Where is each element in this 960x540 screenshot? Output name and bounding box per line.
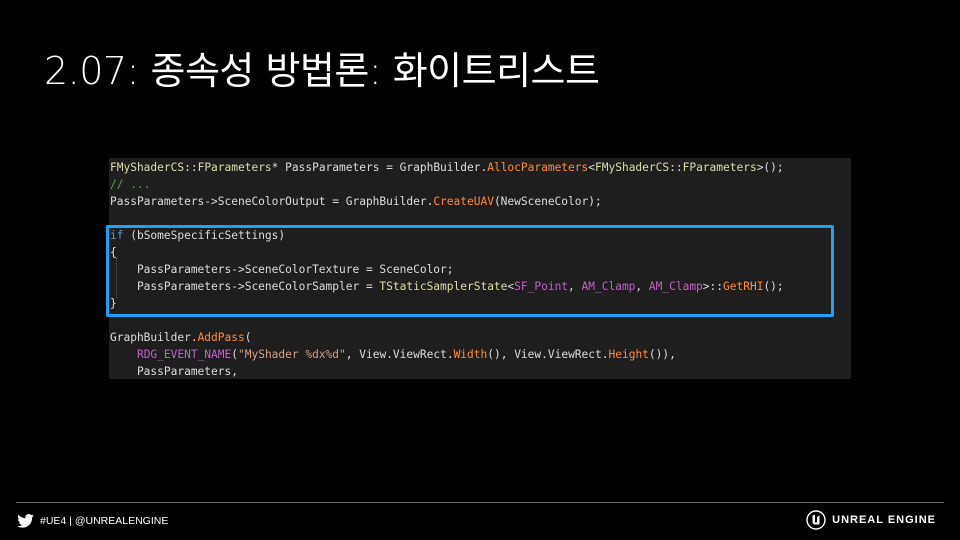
code-token: (), View.ViewRect. bbox=[487, 348, 609, 361]
unreal-engine-logo-icon bbox=[806, 510, 826, 530]
brand-name: UNREAL ENGINE bbox=[832, 514, 936, 526]
code-token: Height bbox=[608, 348, 649, 361]
footer-divider bbox=[16, 502, 944, 503]
code-line-9: GraphBuilder.AddPass( bbox=[110, 329, 251, 346]
code-token: FParameters bbox=[197, 161, 272, 174]
footer-social: #UE4 | @UNREALENGINE bbox=[17, 512, 168, 530]
code-token: PassParameters, bbox=[110, 365, 238, 378]
code-token: RDG_EVENT_NAME bbox=[136, 348, 232, 361]
code-token: , View.ViewRect. bbox=[345, 348, 454, 361]
code-token: FParameters bbox=[682, 161, 757, 174]
code-token: FMyShaderCS bbox=[595, 161, 670, 174]
code-token: AddPass bbox=[197, 331, 245, 344]
code-token: PassParameters->SceneColorOutput = Graph… bbox=[110, 195, 434, 208]
code-line-10: RDG_EVENT_NAME("MyShader %dx%d", View.Vi… bbox=[110, 346, 676, 363]
code-token: ( bbox=[231, 348, 238, 361]
code-token: ( bbox=[244, 331, 252, 344]
code-token: < bbox=[588, 161, 596, 174]
code-token: :: bbox=[184, 161, 198, 174]
code-token: :: bbox=[669, 161, 683, 174]
code-line-11: PassParameters, bbox=[110, 363, 238, 380]
twitter-icon bbox=[17, 514, 34, 528]
code-token: GraphBuilder. bbox=[110, 331, 198, 344]
slide-title: 2.07: 종속성 방법론: 화이트리스트 bbox=[44, 49, 600, 93]
footer-brand: UNREAL ENGINE bbox=[806, 510, 936, 530]
code-comment: // ... bbox=[110, 178, 151, 191]
code-token: FMyShaderCS bbox=[110, 161, 185, 174]
code-line-1: FMyShaderCS::FParameters* PassParameters… bbox=[110, 159, 784, 176]
code-line-2: // ... bbox=[110, 176, 150, 193]
social-handle: #UE4 | @UNREALENGINE bbox=[40, 515, 169, 527]
code-string: "MyShader %dx%d" bbox=[238, 348, 346, 361]
code-token: ()), bbox=[648, 348, 676, 361]
code-token: * PassParameters = GraphBuilder. bbox=[271, 161, 488, 174]
code-token: >(); bbox=[756, 161, 784, 174]
code-token: (NewSceneColor); bbox=[493, 195, 602, 208]
code-token: CreateUAV bbox=[433, 195, 494, 208]
code-line-3: PassParameters->SceneColorOutput = Graph… bbox=[110, 193, 602, 210]
highlight-box bbox=[106, 225, 834, 317]
code-token: Width bbox=[453, 348, 488, 361]
code-token: AllocParameters bbox=[487, 161, 589, 174]
